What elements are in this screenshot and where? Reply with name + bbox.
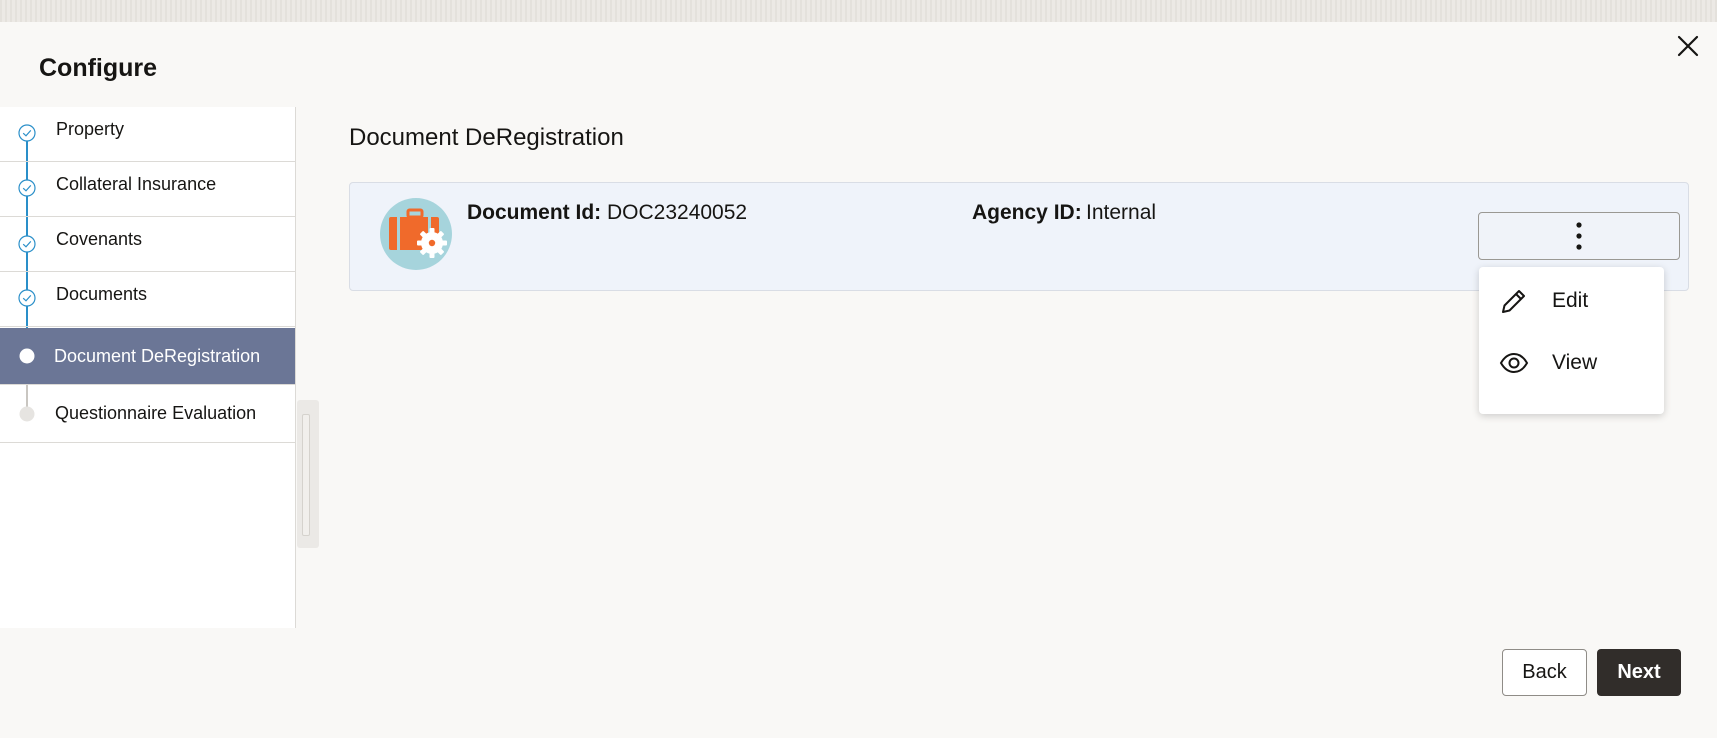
actions-menu-button[interactable]	[1478, 212, 1680, 260]
sidebar-item-label: Collateral Insurance	[56, 174, 217, 194]
sidebar-scrollbar[interactable]	[297, 400, 319, 548]
sidebar-item-document-deregistration[interactable]: Document DeRegistration	[0, 328, 295, 385]
current-step-dot-icon	[19, 348, 35, 364]
sidebar-item-label: Documents	[56, 284, 148, 304]
menu-item-label: Edit	[1552, 289, 1589, 312]
page-title: Configure	[39, 54, 158, 82]
section-title: Document DeRegistration	[349, 124, 624, 151]
check-circle-icon	[18, 289, 36, 307]
sidebar-item-property[interactable]: Property	[0, 107, 295, 162]
pencil-icon	[1502, 290, 1525, 313]
menu-item-view[interactable]: View	[1479, 335, 1664, 391]
check-circle-icon	[18, 179, 36, 197]
briefcase-gear-icon	[380, 198, 452, 270]
sidebar-steps: Property Collateral Insurance Covenants …	[0, 107, 296, 628]
document-id-value: DOC23240052	[607, 201, 748, 224]
close-button[interactable]	[1672, 30, 1704, 62]
sidebar-item-questionnaire-evaluation[interactable]: Questionnaire Evaluation	[0, 385, 295, 443]
menu-item-edit[interactable]: Edit	[1479, 273, 1664, 329]
agency-id-value: Internal	[1086, 201, 1157, 224]
back-button[interactable]: Back	[1502, 649, 1587, 696]
sidebar-item-collateral-insurance[interactable]: Collateral Insurance	[0, 162, 295, 217]
sidebar-item-label: Property	[56, 119, 125, 139]
menu-item-label: View	[1552, 351, 1598, 374]
sidebar-item-label: Covenants	[56, 229, 143, 249]
kebab-vertical-icon	[1576, 222, 1582, 250]
header-texture-strip	[0, 0, 1717, 22]
pending-step-dot-icon	[19, 406, 35, 422]
actions-dropdown-menu: Edit View	[1479, 267, 1664, 414]
scrollbar-thumb[interactable]	[302, 414, 310, 536]
document-id-label: Document Id:	[467, 201, 602, 224]
agency-id-label: Agency ID:	[972, 201, 1082, 224]
sidebar-item-covenants[interactable]: Covenants	[0, 217, 295, 272]
sidebar-item-documents[interactable]: Documents	[0, 272, 295, 327]
next-button[interactable]: Next	[1597, 649, 1681, 696]
sidebar-item-label: Document DeRegistration	[54, 346, 261, 366]
eye-icon	[1499, 352, 1529, 374]
check-circle-icon	[18, 124, 36, 142]
sidebar-item-label: Questionnaire Evaluation	[55, 403, 257, 423]
close-icon	[1677, 35, 1699, 57]
check-circle-icon	[18, 235, 36, 253]
